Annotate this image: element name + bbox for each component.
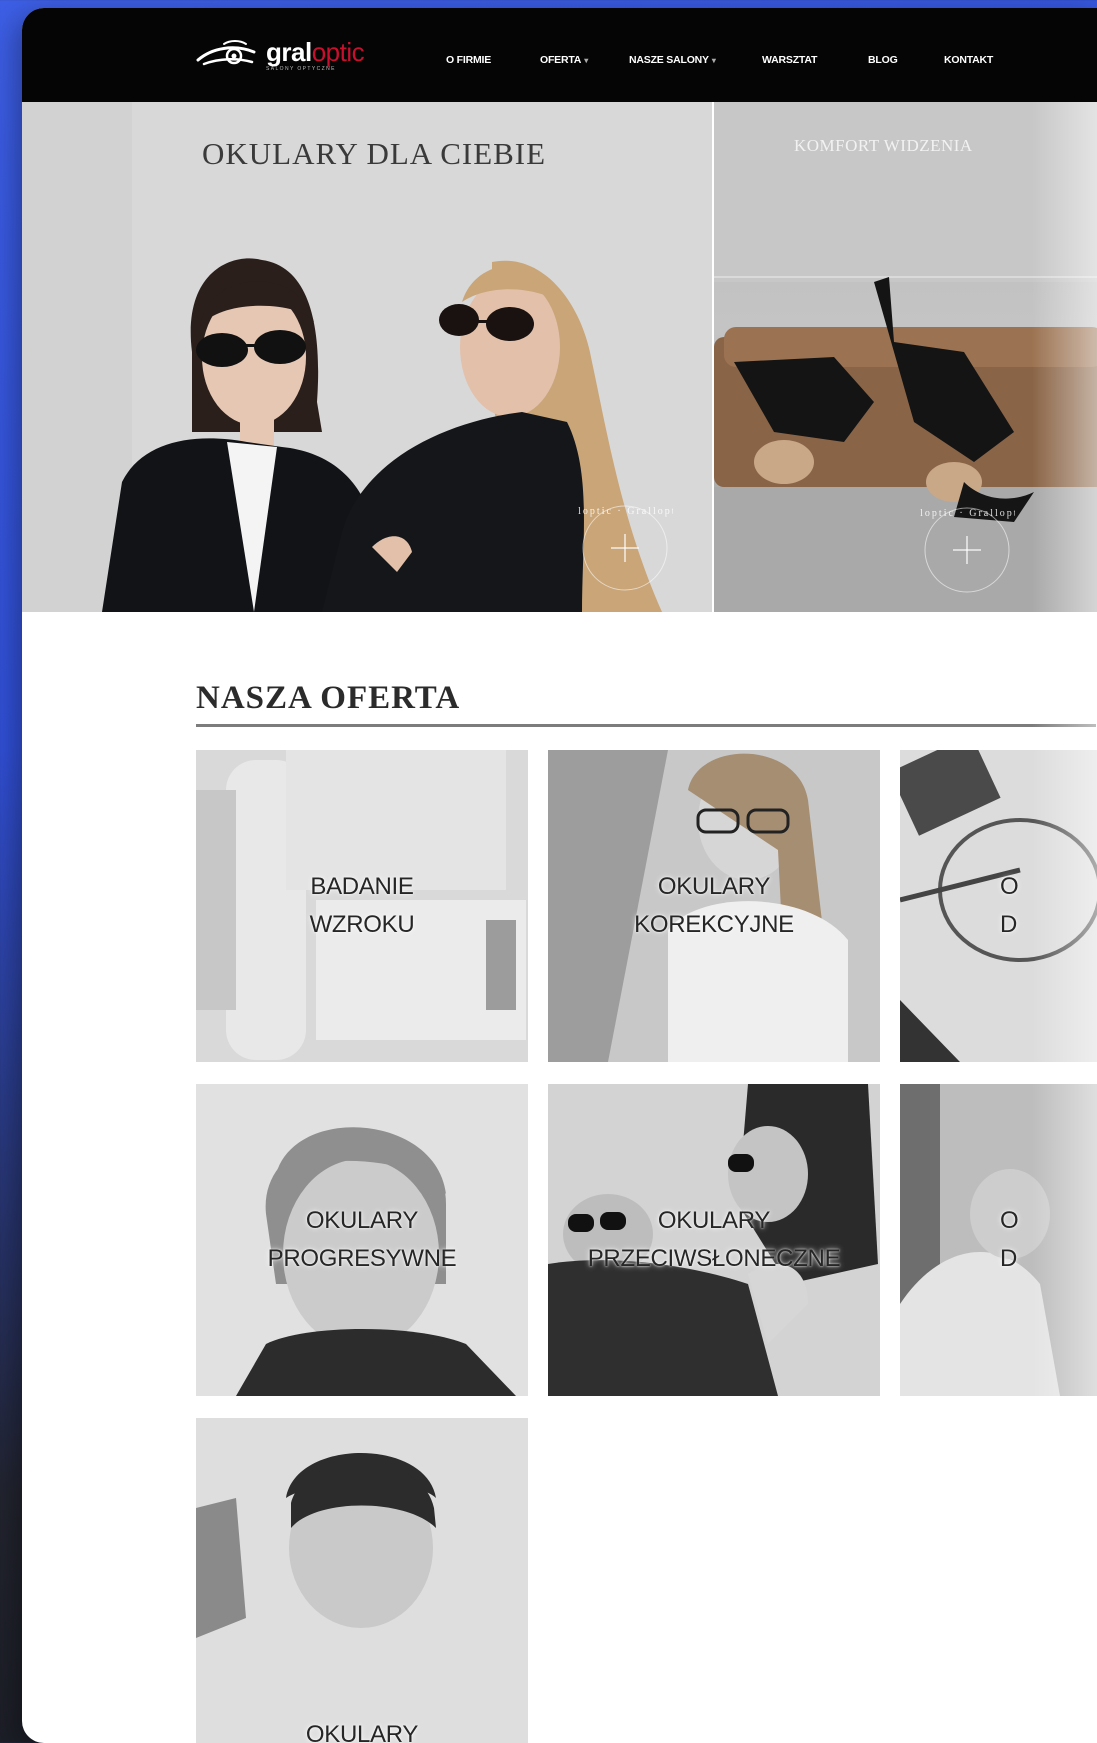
seal-text: Gralloptic · Gralloptic · — [577, 506, 673, 517]
logo-tagline: SALONY OPTYCZNE — [266, 65, 336, 72]
tile-label: OKULARY PROGRESYWNE — [267, 1207, 457, 1272]
hero-slide-main[interactable]: OKULARY DLA CIEBIE Gralloptic · Grallopt… — [22, 102, 712, 612]
offer-tile-partial-3[interactable]: OD — [900, 750, 1097, 1062]
nav-item-label: WARSZTAT — [762, 54, 818, 66]
logo-wordmark: gral — [266, 36, 312, 67]
offer-tile-eye-exam[interactable]: BADANIE WZROKU — [196, 750, 528, 1062]
chevron-down-icon: ▾ — [584, 56, 589, 65]
hero-right-title: KOMFORT WIDZENIA — [794, 136, 973, 155]
hero-slide-secondary[interactable]: KOMFORT WIDZENIA Gralloptic · Gralloptic… — [714, 102, 1097, 612]
offer-tile-sunglasses[interactable]: OKULARY PRZECIWSŁONECZNE — [548, 1084, 880, 1396]
site-header: graloptic SALONY OPTYCZNE O FIRMIE OFERT… — [22, 8, 1097, 102]
nav-item-label: NASZE SALONY — [629, 54, 709, 66]
hero-photo-women-on-sofa — [714, 102, 1097, 612]
seal-text: Gralloptic · Gralloptic · — [919, 508, 1015, 519]
offer-tile-corrective-glasses[interactable]: OKULARY KOREKCYJNE — [548, 750, 880, 1062]
nav-item-o-firmie[interactable]: O FIRMIE — [446, 54, 491, 66]
offer-tile-partial-6[interactable]: OD — [900, 1084, 1097, 1396]
nav-item-label: KONTAKT — [944, 54, 994, 66]
nav-item-warsztat[interactable]: WARSZTAT — [762, 54, 817, 66]
brand-seal-icon: Gralloptic · Gralloptic · — [919, 507, 1015, 593]
eye-swirl-logo-icon — [196, 40, 256, 66]
nav-item-blog[interactable]: BLOG — [868, 54, 898, 66]
site-logo[interactable]: graloptic SALONY OPTYCZNE — [194, 36, 365, 72]
tile-label: OKULARY PRZECIWSŁONECZNE — [587, 1207, 841, 1272]
offer-tile-progressive-glasses[interactable]: OKULARY PROGRESYWNE — [196, 1084, 528, 1396]
brand-seal-icon: Gralloptic · Gralloptic · — [577, 505, 673, 591]
nav-item-label: O FIRMIE — [446, 54, 492, 66]
nav-item-nasze-salony[interactable]: NASZE SALONY ▾ — [629, 54, 716, 66]
offer-tile-glasses-men[interactable]: OKULARY — [196, 1418, 528, 1743]
browser-screen: graloptic SALONY OPTYCZNE O FIRMIE OFERT… — [22, 8, 1097, 1743]
hero-left-title: OKULARY DLA CIEBIE — [202, 136, 547, 171]
tile-label: OD — [1000, 873, 1019, 938]
nav-item-label: BLOG — [868, 54, 898, 66]
offer-section-title: NASZA OFERTA — [196, 680, 461, 716]
logo-wordmark-accent: optic — [311, 36, 365, 67]
chevron-down-icon: ▾ — [711, 56, 716, 65]
tile-label: OD — [1000, 1207, 1019, 1272]
nav-item-kontakt[interactable]: KONTAKT — [944, 54, 993, 66]
tile-label: OKULARY — [305, 1721, 419, 1743]
section-divider — [196, 724, 1096, 727]
tile-label: OKULARY KOREKCYJNE — [634, 873, 794, 938]
tile-label: BADANIE WZROKU — [309, 873, 415, 938]
nav-item-oferta[interactable]: OFERTA ▾ — [540, 54, 588, 66]
nav-item-label: OFERTA — [540, 54, 582, 66]
tile-photo-man-portrait — [196, 1418, 528, 1743]
